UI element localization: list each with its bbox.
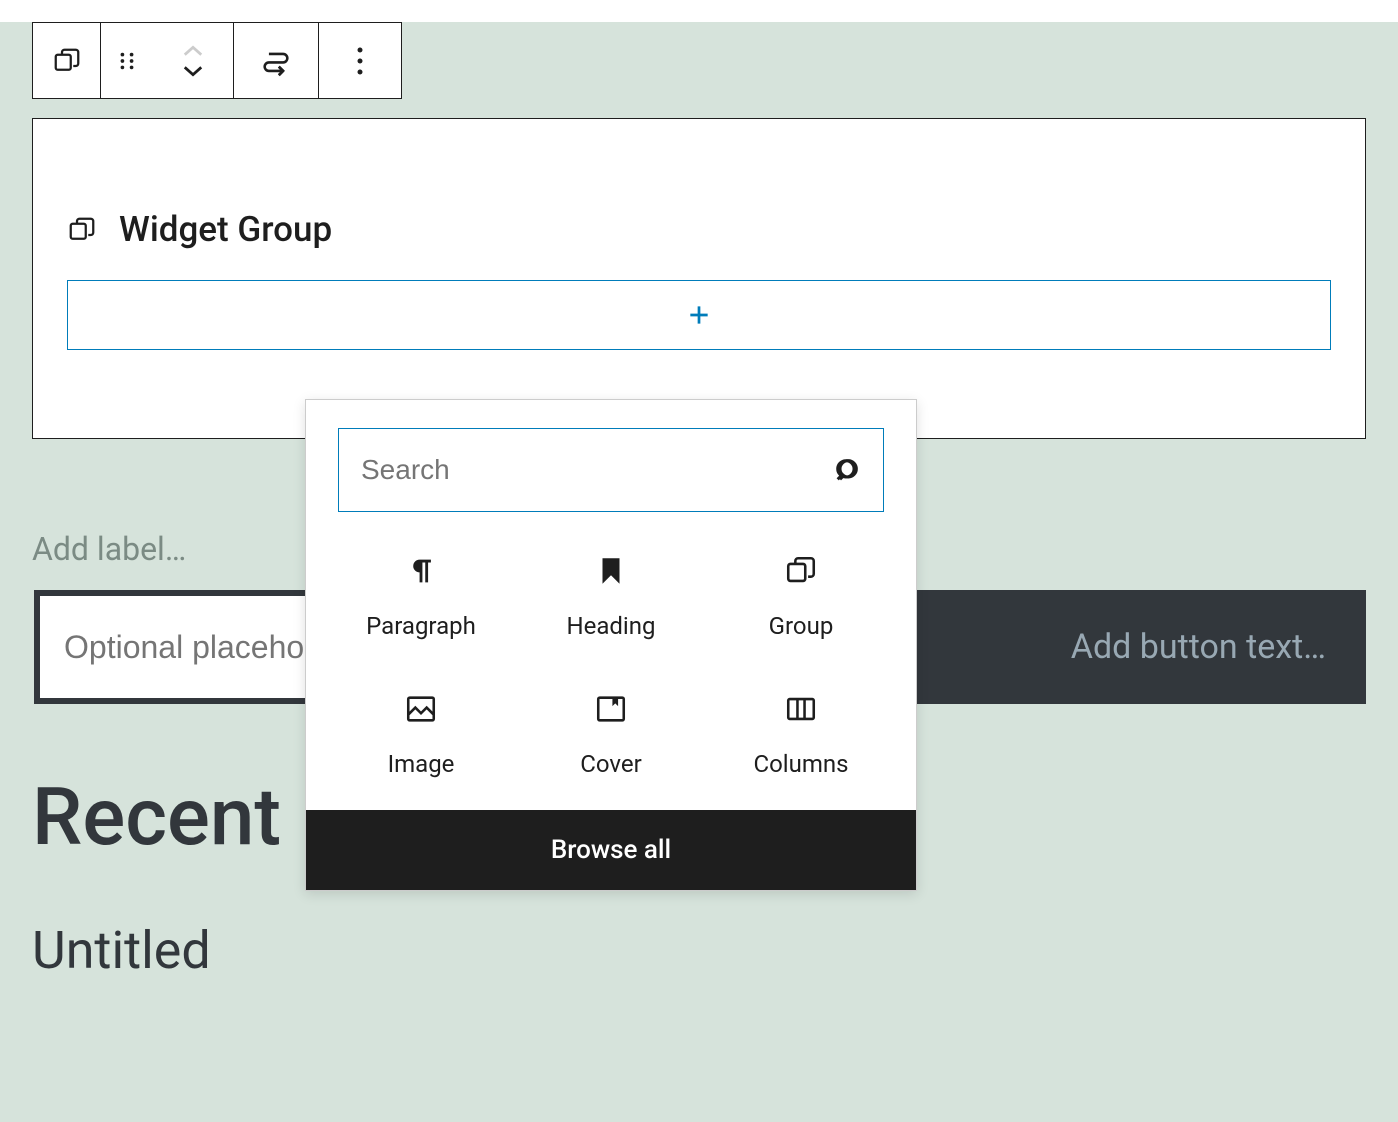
widget-group-title: Widget Group <box>119 209 332 250</box>
block-label: Image <box>388 750 455 778</box>
search-button-text-placeholder: Add button text… <box>1071 627 1326 667</box>
search-label-placeholder[interactable]: Add label… <box>32 530 186 568</box>
block-item-paragraph[interactable]: Paragraph <box>326 554 516 640</box>
cover-icon <box>594 692 628 726</box>
recent-posts-heading: Recent <box>32 770 281 864</box>
widget-group-header: Widget Group <box>67 153 1331 250</box>
group-icon <box>67 215 97 245</box>
block-label: Paragraph <box>366 612 476 640</box>
swap-icon <box>259 44 293 78</box>
drag-handle[interactable] <box>101 23 153 98</box>
transform-button[interactable] <box>234 23 319 98</box>
block-label: Heading <box>566 612 655 640</box>
block-label: Columns <box>753 750 848 778</box>
group-icon <box>52 46 82 76</box>
image-icon <box>404 692 438 726</box>
search-icon <box>833 456 861 484</box>
top-bar <box>0 0 1398 22</box>
more-vertical-icon <box>356 46 364 76</box>
block-item-image[interactable]: Image <box>326 692 516 778</box>
inserter-search-input[interactable] <box>361 454 833 486</box>
post-title-untitled[interactable]: Untitled <box>32 920 211 981</box>
block-item-cover[interactable]: Cover <box>516 692 706 778</box>
plus-icon <box>686 302 712 328</box>
block-inserter-popup: Paragraph Heading Group Image Cover Colu… <box>305 399 917 891</box>
heading-icon <box>594 554 628 588</box>
blocks-grid: Paragraph Heading Group Image Cover Colu… <box>306 536 916 810</box>
move-buttons[interactable] <box>153 23 233 98</box>
block-item-heading[interactable]: Heading <box>516 554 706 640</box>
browse-all-button[interactable]: Browse all <box>306 810 916 890</box>
block-label: Cover <box>580 750 641 778</box>
chevron-up-icon <box>182 44 204 58</box>
drag-icon <box>116 50 138 72</box>
block-item-columns[interactable]: Columns <box>706 692 896 778</box>
block-type-button[interactable] <box>33 23 101 98</box>
group-icon <box>784 554 818 588</box>
more-options-button[interactable] <box>319 23 401 98</box>
paragraph-icon <box>404 554 438 588</box>
widget-group-block[interactable]: Widget Group <box>32 118 1366 439</box>
search-button[interactable]: Add button text… <box>856 590 1366 704</box>
block-item-group[interactable]: Group <box>706 554 896 640</box>
columns-icon <box>784 692 818 726</box>
block-toolbar <box>32 22 402 99</box>
chevron-down-icon <box>182 64 204 78</box>
inserter-search-wrapper <box>338 428 884 512</box>
add-block-button[interactable] <box>67 280 1331 350</box>
block-label: Group <box>769 612 834 640</box>
